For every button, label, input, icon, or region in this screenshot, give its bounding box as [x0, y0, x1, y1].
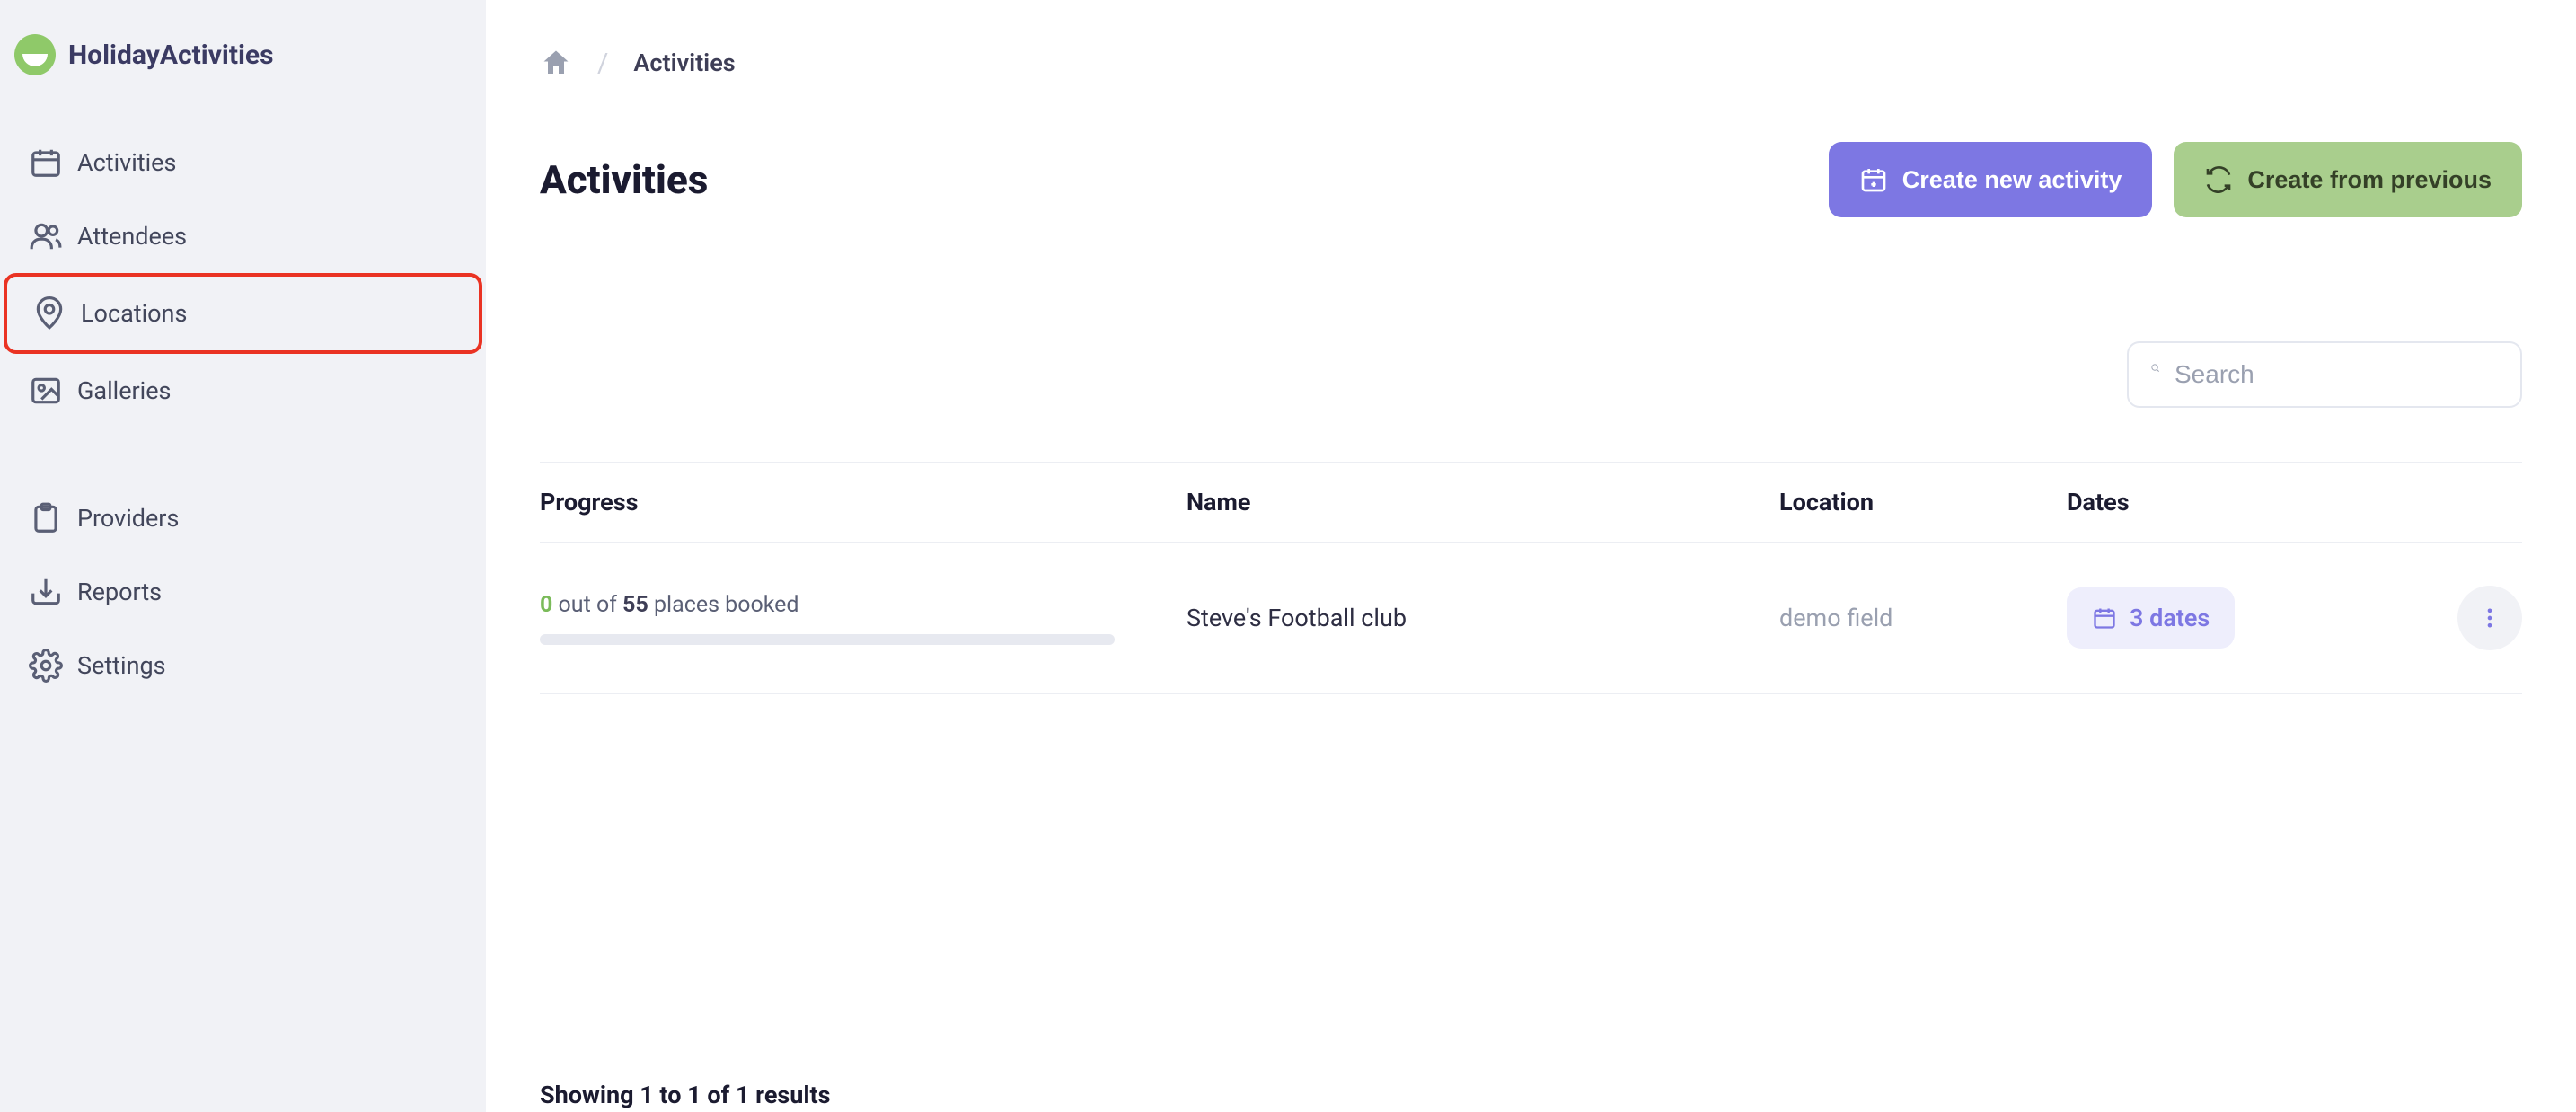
search-box[interactable] [2127, 341, 2522, 408]
td-actions [2432, 586, 2522, 650]
th-name: Name [1187, 488, 1779, 516]
brand-logo[interactable]: HolidayActivities [0, 34, 486, 126]
activities-table: Progress Name Location Dates 0 out of 55… [540, 462, 2522, 694]
sidebar-item-providers[interactable]: Providers [4, 481, 482, 555]
row-actions-button[interactable] [2457, 586, 2522, 650]
logo-mark [14, 34, 56, 75]
nav-primary: Activities Attendees Locations Galleries [0, 126, 486, 702]
sidebar-item-locations[interactable]: Locations [4, 273, 482, 354]
sidebar-item-label: Reports [77, 578, 162, 606]
sidebar-item-label: Attendees [77, 222, 187, 251]
sidebar-item-settings[interactable]: Settings [4, 629, 482, 702]
calendar-plus-icon [1859, 165, 1888, 194]
users-icon [29, 219, 63, 253]
search-input[interactable] [2175, 360, 2499, 389]
sidebar-item-label: Galleries [77, 376, 172, 405]
image-icon [29, 374, 63, 408]
table-header: Progress Name Location Dates [540, 462, 2522, 543]
sidebar-item-reports[interactable]: Reports [4, 555, 482, 629]
calendar-icon [29, 146, 63, 180]
create-from-previous-button[interactable]: Create from previous [2174, 142, 2522, 217]
table-row: 0 out of 55 places booked Steve's Footba… [540, 543, 2522, 694]
sidebar-item-label: Settings [77, 651, 166, 680]
breadcrumb-separator: / [597, 48, 608, 79]
create-new-activity-button[interactable]: Create new activity [1829, 142, 2153, 217]
progress-suffix: places booked [648, 592, 799, 618]
smile-icon [22, 54, 48, 66]
main-content: / Activities Activities Create new activ… [486, 0, 2576, 1112]
button-label: Create new activity [1902, 166, 2122, 194]
sidebar: HolidayActivities Activities Attendees L… [0, 0, 486, 1112]
download-icon [29, 575, 63, 609]
breadcrumb-home[interactable] [540, 47, 572, 79]
progress-bar [540, 634, 1115, 645]
progress-total: 55 [622, 592, 648, 618]
brand-name: HolidayActivities [68, 40, 274, 71]
refresh-icon [2204, 165, 2233, 194]
header-actions: Create new activity Create from previous [1829, 142, 2522, 217]
calendar-icon [2092, 605, 2117, 631]
dates-pill[interactable]: 3 dates [2067, 587, 2235, 649]
page-title: Activities [540, 156, 708, 203]
location-icon [32, 296, 66, 331]
sidebar-item-label: Providers [77, 504, 179, 533]
sidebar-item-galleries[interactable]: Galleries [4, 354, 482, 428]
breadcrumb-current: Activities [633, 49, 735, 77]
td-location: demo field [1779, 604, 2067, 632]
search-icon [2150, 359, 2160, 390]
breadcrumb: / Activities [540, 47, 2522, 79]
th-location: Location [1779, 488, 2067, 516]
sidebar-item-activities[interactable]: Activities [4, 126, 482, 199]
clipboard-icon [29, 501, 63, 535]
pagination-summary: Showing 1 to 1 of 1 results [540, 694, 2522, 1109]
progress-out-of: out of [552, 592, 622, 618]
th-dates: Dates [2067, 488, 2522, 516]
dates-pill-label: 3 dates [2130, 604, 2210, 632]
sidebar-item-label: Activities [77, 148, 176, 177]
td-dates: 3 dates [2067, 587, 2432, 649]
progress-booked: 0 [540, 592, 552, 618]
progress-text: 0 out of 55 places booked [540, 592, 1187, 618]
button-label: Create from previous [2247, 166, 2492, 194]
td-progress: 0 out of 55 places booked [540, 592, 1187, 645]
sidebar-item-label: Locations [81, 299, 187, 328]
gear-icon [29, 649, 63, 683]
th-progress: Progress [540, 488, 1187, 516]
search-row [540, 341, 2522, 408]
page-header: Activities Create new activity Create fr… [540, 142, 2522, 217]
sidebar-item-attendees[interactable]: Attendees [4, 199, 482, 273]
td-name[interactable]: Steve's Football club [1187, 604, 1779, 632]
